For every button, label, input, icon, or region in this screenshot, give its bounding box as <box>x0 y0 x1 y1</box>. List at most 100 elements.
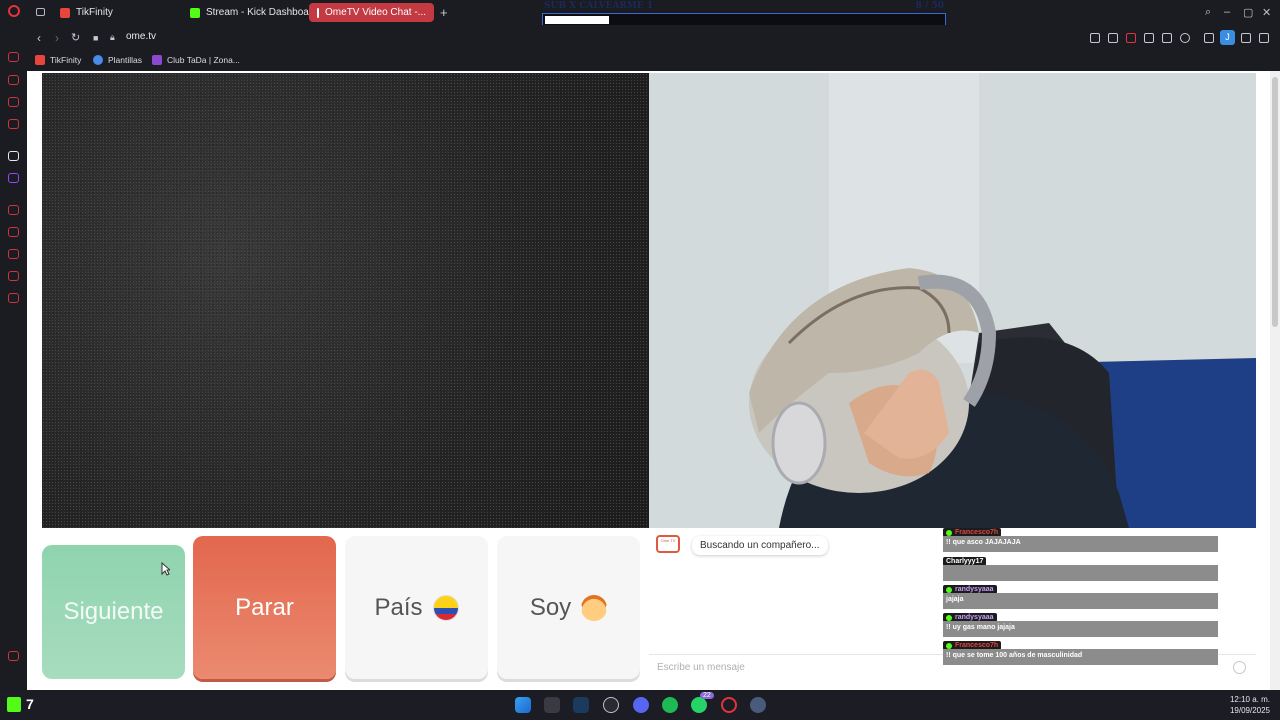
camera-icon[interactable]: ■ <box>93 33 98 43</box>
play-icon[interactable] <box>1162 33 1172 43</box>
country-button[interactable]: País <box>345 536 488 679</box>
url-field[interactable]: ome.tv <box>126 31 156 42</box>
tab-tikfinity[interactable]: TikFinity <box>52 3 121 22</box>
sub-goal-overlay: SUB X CALVEARME 1 8 / 50 <box>542 1 946 27</box>
badge-icon <box>946 614 952 621</box>
windows-taskbar: 7 22 12:10 a. m. 19/09/2025 <box>0 690 1280 720</box>
tab-title: OmeTV Video Chat -... <box>325 7 426 18</box>
clock-date: 19/09/2025 <box>1229 706 1270 715</box>
club-tada-icon <box>152 55 162 65</box>
country-label: País <box>374 593 423 621</box>
sidebar-settings-icon[interactable] <box>8 293 19 303</box>
goal-title: SUB X CALVEARME 1 <box>544 1 654 11</box>
sidebar-news-icon[interactable] <box>8 227 19 237</box>
chat-text: !! que asco JAJAJAJA <box>943 536 1218 552</box>
bookmarks-bar: TikFinity Plantillas Club TaDa | Zona... <box>0 51 1280 71</box>
tab-title: TikFinity <box>76 7 113 18</box>
lock-icon: 🔒︎ <box>110 32 115 42</box>
kick-taskbar-icon[interactable] <box>7 697 21 712</box>
spotify-icon[interactable] <box>662 697 678 713</box>
browser-sidebar <box>0 25 27 690</box>
stop-label: Parar <box>235 593 294 621</box>
tab-ometv[interactable]: OmeTV Video Chat -... <box>309 3 434 22</box>
discord-icon[interactable] <box>633 697 649 713</box>
colombia-flag-icon <box>432 594 459 621</box>
goal-count: 8 / 50 <box>915 1 944 11</box>
heart-icon[interactable] <box>1180 33 1190 43</box>
app-icon[interactable] <box>544 697 560 713</box>
system-clock[interactable]: 12:10 a. m. 19/09/2025 <box>1230 694 1270 716</box>
stranger-video-static <box>42 73 649 528</box>
minimize-icon[interactable]: – <box>1224 6 1230 18</box>
ometv-logo: Ome TV <box>656 535 680 553</box>
windows-start-icon[interactable] <box>515 697 531 713</box>
opera-icon[interactable] <box>721 697 737 713</box>
bookmark-club-tada[interactable]: Club TaDa | Zona... <box>152 55 240 65</box>
search-icon[interactable]: ⌕ <box>1205 6 1211 19</box>
snapshot-icon[interactable] <box>1108 33 1118 43</box>
gender-button[interactable]: Soy <box>497 536 640 679</box>
maximize-icon[interactable]: ▢ <box>1243 6 1253 19</box>
browser-titlebar: TikFinity Stream - Kick Dashboard OmeTV … <box>0 0 1280 27</box>
plantillas-icon <box>93 55 103 65</box>
address-bar: ‹ › ↻ ■ 🔒︎ ome.tv J <box>0 25 1280 51</box>
badge-icon <box>946 586 952 593</box>
download-icon[interactable] <box>1241 33 1251 43</box>
chat-input[interactable]: Escribe un mensaje <box>657 662 745 673</box>
close-icon[interactable]: ✕ <box>1262 6 1271 19</box>
bookmark-tikfinity[interactable]: TikFinity <box>35 55 81 65</box>
sidebar-workspaces-icon[interactable] <box>8 75 19 85</box>
boy-face-icon <box>581 594 608 621</box>
sidebar-player-icon[interactable] <box>8 271 19 281</box>
chat-text: !! que se tome 100 años de masculinidad <box>943 649 1218 665</box>
whatsapp-badge: 22 <box>700 692 714 699</box>
opera-logo-icon[interactable] <box>8 5 20 17</box>
kick-icon <box>190 7 200 18</box>
sidebar-expand-icon[interactable] <box>8 651 19 661</box>
new-tab-icon[interactable]: + <box>440 5 448 20</box>
reload-icon[interactable]: ↻ <box>71 31 80 44</box>
sidebar-clock-icon[interactable] <box>8 249 19 259</box>
profile-avatar[interactable]: J <box>1220 30 1235 45</box>
webcam-image <box>649 73 1256 528</box>
page-scrollbar[interactable] <box>1270 71 1280 690</box>
chat-text <box>943 565 1218 581</box>
stop-button[interactable]: Parar <box>193 536 336 679</box>
goal-progress-fill <box>545 16 609 24</box>
badge-icon <box>946 642 952 649</box>
translate-icon[interactable] <box>1144 33 1154 43</box>
bookmark-icon[interactable] <box>1090 33 1100 43</box>
adblock-icon[interactable] <box>1126 33 1136 43</box>
sidebar-arc-icon[interactable] <box>8 151 19 161</box>
bookmark-label: Club TaDa | Zona... <box>167 55 240 65</box>
forward-icon[interactable]: › <box>55 31 59 45</box>
obs-icon[interactable] <box>603 697 619 713</box>
self-video <box>649 73 1256 528</box>
tikfinity-icon <box>35 55 45 65</box>
sidebar-aria-icon[interactable] <box>8 52 19 62</box>
sidebar-history-icon[interactable] <box>8 205 19 215</box>
mouse-cursor-icon <box>161 562 170 576</box>
back-icon[interactable]: ‹ <box>37 31 41 45</box>
tab-kick-dashboard[interactable]: Stream - Kick Dashboard <box>182 3 326 22</box>
sidebar-twitch-icon[interactable] <box>8 173 19 183</box>
bookmark-label: Plantillas <box>108 55 143 65</box>
sidebar-mail-icon[interactable] <box>8 119 19 129</box>
tab-menu-icon[interactable] <box>36 8 45 16</box>
kick-count: 7 <box>26 696 34 712</box>
chat-text: jajaja <box>943 593 1218 609</box>
extensions-icon[interactable] <box>1204 33 1214 43</box>
settings-icon[interactable] <box>750 697 766 713</box>
steam-icon[interactable] <box>573 697 589 713</box>
gender-label: Soy <box>529 593 572 621</box>
sidebar-messenger-icon[interactable] <box>8 97 19 107</box>
emoji-icon[interactable] <box>1233 661 1246 674</box>
menu-icon[interactable] <box>1259 33 1269 43</box>
whatsapp-icon[interactable] <box>691 697 707 713</box>
scrollbar-thumb[interactable] <box>1272 77 1278 327</box>
chat-panel: Ome TV Buscando un compañero... Escribe … <box>649 528 1256 690</box>
bookmark-label: TikFinity <box>50 55 82 65</box>
clock-time: 12:10 a. m. <box>1229 695 1270 704</box>
bookmark-plantillas[interactable]: Plantillas <box>93 55 142 65</box>
ometv-icon <box>317 7 320 18</box>
